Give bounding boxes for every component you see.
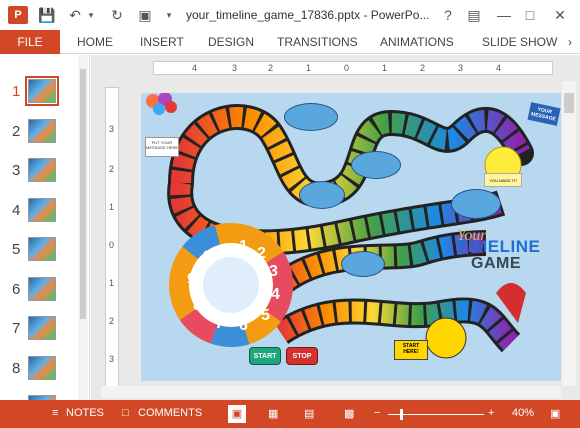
- slide-thumbnail[interactable]: 4: [0, 196, 80, 226]
- tab-animations[interactable]: ANIMATIONS: [380, 35, 454, 49]
- vertical-ruler: 3 2 1 0 1 2 3: [105, 87, 119, 387]
- slide-thumbnail[interactable]: 6: [0, 275, 80, 305]
- thumbnail-image: [28, 237, 56, 261]
- wheel-number: 6: [239, 317, 248, 334]
- save-icon[interactable]: 💾: [38, 6, 56, 24]
- tab-slide-show[interactable]: SLIDE SHOW: [482, 35, 557, 49]
- customize-qat-icon[interactable]: ▾: [164, 6, 174, 24]
- notes-button[interactable]: NOTES: [66, 407, 104, 419]
- wheel-number: 9: [187, 271, 196, 288]
- title-timeline: TIMELINE: [457, 237, 541, 256]
- reading-view-icon[interactable]: ▤: [304, 407, 314, 420]
- zoom-level[interactable]: 40%: [512, 407, 534, 419]
- thumbnail-image: [28, 356, 56, 380]
- slide-editor: 4 3 2 1 0 1 2 3 4 3 2 1 0 1 2 3 Your TIM…: [91, 55, 580, 400]
- wheel-number: 8: [193, 297, 202, 314]
- wheel-number: 1: [239, 238, 248, 255]
- slide-thumbnail[interactable]: 3: [0, 156, 80, 186]
- put-message-sign: PUT YOUR MESSAGE HERE: [145, 137, 179, 157]
- slide-sorter-icon[interactable]: ▦: [268, 407, 278, 420]
- comments-button[interactable]: COMMENTS: [138, 407, 202, 419]
- thumbnail-image: [28, 277, 56, 301]
- title-game: GAME: [471, 255, 521, 272]
- help-icon[interactable]: ?: [440, 6, 456, 24]
- thumbnail-image: [28, 316, 56, 340]
- you-made-it-sign: YOU MADE IT!: [484, 173, 522, 187]
- ribbon-tabs: FILE HOME INSERT DESIGN TRANSITIONS ANIM…: [0, 30, 580, 54]
- scroll-thumb[interactable]: [564, 93, 574, 113]
- horizontal-ruler: 4 3 2 1 0 1 2 3 4: [153, 61, 553, 75]
- zoom-out-icon[interactable]: −: [374, 407, 380, 419]
- thumbnail-image: [28, 198, 56, 222]
- tab-transitions[interactable]: TRANSITIONS: [277, 35, 358, 49]
- slide-thumbnail[interactable]: 5: [0, 235, 80, 265]
- slide-thumbnail-pane: 1 2 3 4 5 6 7 8 9: [0, 55, 90, 400]
- status-bar: ≡ NOTES □ COMMENTS ▣ ▦ ▤ ▩ − + 40% ▣: [0, 400, 580, 428]
- thumbnail-scrollbar[interactable]: [78, 55, 88, 400]
- slide-thumbnail[interactable]: 7: [0, 314, 80, 344]
- tab-insert[interactable]: INSERT: [140, 35, 184, 49]
- wheel-number: 4: [271, 286, 280, 303]
- message-bubble: [351, 151, 401, 179]
- slide-show-icon[interactable]: ▩: [344, 407, 354, 420]
- slide-thumbnail[interactable]: 9: [0, 393, 80, 400]
- horizontal-scrollbar[interactable]: [101, 386, 561, 398]
- ribbon-scroll-right-icon[interactable]: ›: [568, 35, 572, 49]
- tab-design[interactable]: DESIGN: [208, 35, 254, 49]
- slide-thumbnail[interactable]: 2: [0, 117, 80, 147]
- window-title: your_timeline_game_17836.pptx - PowerPo.…: [186, 8, 430, 22]
- wheel-number: 5: [261, 307, 270, 324]
- comments-icon[interactable]: □: [122, 407, 129, 419]
- zoom-slider-thumb[interactable]: [400, 409, 403, 420]
- wheel-number: 10: [203, 247, 219, 263]
- wheel-number: 3: [269, 263, 278, 280]
- stop-button[interactable]: STOP: [286, 347, 318, 365]
- zoom-in-icon[interactable]: +: [488, 407, 494, 419]
- thumbnail-image: [28, 158, 56, 182]
- tab-home[interactable]: HOME: [77, 35, 113, 49]
- powerpoint-logo-icon: P: [8, 6, 28, 24]
- minimize-icon[interactable]: —: [496, 6, 512, 24]
- title-bar: P 💾 ↶ ▾ ↻ ▣ ▾ your_timeline_game_17836.p…: [0, 0, 580, 30]
- notes-icon[interactable]: ≡: [52, 407, 58, 419]
- tab-file[interactable]: FILE: [0, 30, 60, 54]
- start-button[interactable]: START: [249, 347, 281, 365]
- message-bubble: [451, 189, 501, 219]
- thumbnail-image: [28, 119, 56, 143]
- ribbon-display-icon[interactable]: ▤: [466, 6, 482, 24]
- close-icon[interactable]: ✕: [552, 6, 568, 24]
- wheel-number: 2: [257, 245, 266, 262]
- zoom-slider[interactable]: [388, 409, 484, 420]
- slide-thumbnail[interactable]: 1: [0, 76, 80, 107]
- message-bubble: [299, 181, 345, 209]
- slide-thumbnail[interactable]: 8: [0, 354, 80, 384]
- wheel-number: 7: [215, 315, 224, 332]
- thumbnail-image: [25, 76, 59, 106]
- start-here-sign: START HERE!: [394, 340, 428, 360]
- undo-dropdown-icon[interactable]: ▾: [86, 6, 96, 24]
- redo-icon[interactable]: ↻: [108, 6, 126, 24]
- message-bubble: [284, 103, 338, 131]
- scroll-thumb[interactable]: [80, 69, 86, 319]
- vertical-scrollbar[interactable]: [562, 81, 576, 386]
- normal-view-icon[interactable]: ▣: [228, 405, 246, 423]
- from-beginning-icon[interactable]: ▣: [136, 6, 154, 24]
- maximize-icon[interactable]: □: [522, 6, 538, 24]
- message-bubble: [341, 251, 385, 277]
- fit-to-window-icon[interactable]: ▣: [550, 407, 560, 420]
- undo-icon[interactable]: ↶: [66, 6, 84, 24]
- slide-canvas[interactable]: Your TIMELINE GAME PUT YOUR MESSAGE HERE…: [141, 93, 561, 381]
